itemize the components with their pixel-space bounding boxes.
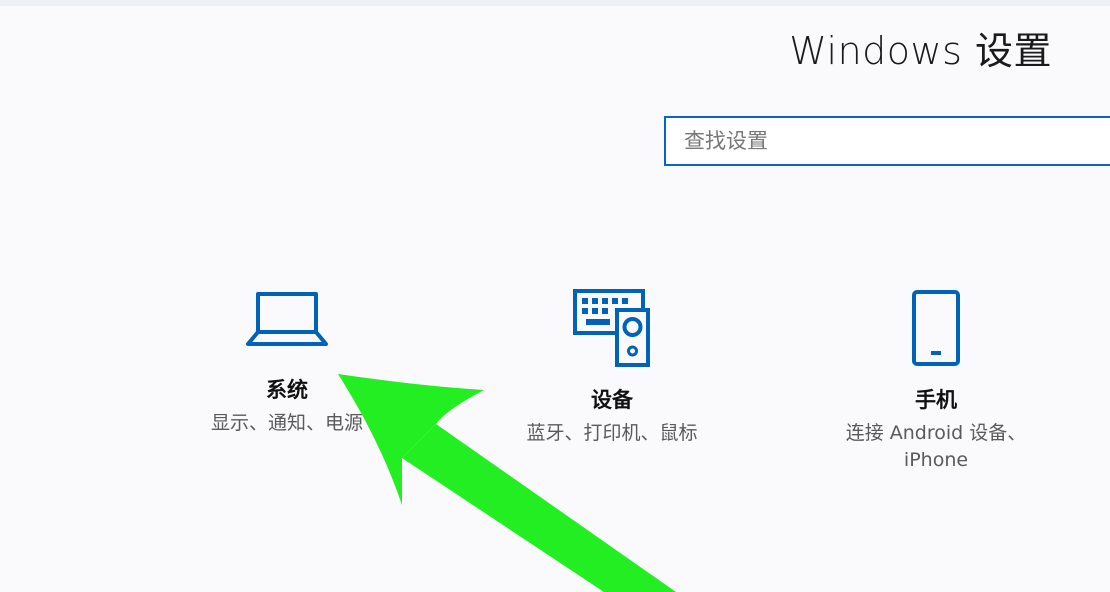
tile-devices-description: 蓝牙、打印机、鼠标 <box>526 422 698 444</box>
page-title: Windows 设置 <box>789 29 1052 73</box>
window-top-strip <box>0 0 1110 6</box>
tile-devices[interactable]: 设备 蓝牙、打印机、鼠标 <box>498 288 726 447</box>
tile-system-description: 显示、通知、电源 <box>210 412 363 434</box>
tile-phone-title: 手机 <box>915 388 957 412</box>
tile-phone[interactable]: 手机 连接 Android 设备、 iPhone <box>826 288 1046 474</box>
tile-devices-title: 设备 <box>591 388 633 412</box>
laptop-icon <box>246 292 328 346</box>
settings-window: Windows 设置 系统 显示、通知、电源 <box>0 0 1110 592</box>
arrow-shaft <box>402 424 676 592</box>
search-box[interactable] <box>664 116 1110 166</box>
tile-phone-description-line-2: iPhone <box>903 449 969 471</box>
phone-icon <box>912 290 960 366</box>
keyboard-speaker-icon <box>573 289 650 367</box>
tile-phone-description-line-1: 连接 Android 设备、 <box>845 422 1027 444</box>
tile-system-title: 系统 <box>266 378 308 402</box>
tile-system[interactable]: 系统 显示、通知、电源 <box>180 290 394 437</box>
search-input[interactable] <box>666 118 1110 164</box>
